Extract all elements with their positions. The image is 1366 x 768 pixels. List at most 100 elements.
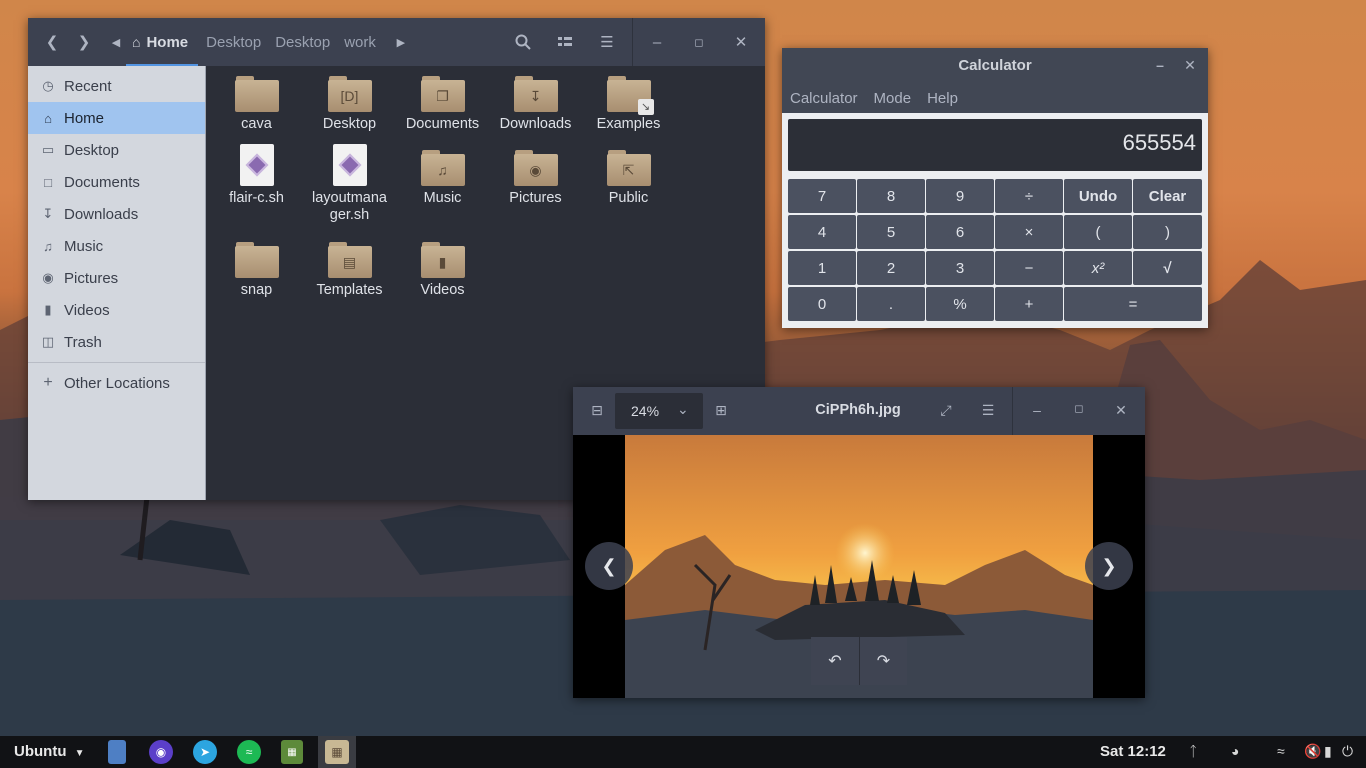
power-icon[interactable]: ⏻ (1342, 743, 1353, 760)
search-button[interactable] (507, 26, 539, 58)
fullscreen-button[interactable]: ⤢ (936, 402, 956, 419)
rotate-left-button[interactable]: ↶ (811, 637, 859, 685)
breadcrumb-home[interactable]: ⌂ Home (126, 18, 199, 66)
file-item-pictures[interactable]: ◉ Pictures (489, 140, 582, 207)
calculator-minimize-button[interactable]: – (1150, 57, 1170, 73)
file-item-documents[interactable]: ❐ Documents (396, 66, 489, 133)
file-item-snap[interactable]: snap (210, 232, 303, 299)
maximize-icon: ◻ (1074, 403, 1084, 415)
wifi-icon[interactable]: ≈ (1277, 743, 1285, 759)
file-item-public[interactable]: ⇱ Public (582, 140, 675, 207)
bluetooth-icon[interactable]: ᛏ (1189, 743, 1197, 759)
minimize-button[interactable]: – (641, 26, 673, 58)
path-scroll-left-button[interactable]: ◀ (106, 26, 126, 58)
key-undo[interactable]: Undo (1064, 179, 1132, 213)
sidebar-item-label: Home (64, 109, 105, 127)
breadcrumb-desktop[interactable]: Desktop (198, 18, 266, 66)
breadcrumb-work[interactable]: work (335, 18, 381, 66)
sidebar-item-music[interactable]: ♫ Music (28, 230, 205, 262)
battery-icon[interactable]: ▮ (1324, 743, 1332, 760)
menu-help[interactable]: Help (927, 90, 958, 107)
key-square[interactable]: x² (1064, 251, 1132, 285)
key-4[interactable]: 4 (788, 215, 856, 249)
zoom-out-button[interactable]: ⊟ (587, 402, 607, 419)
file-manager-headerbar: ❮ ❯ ◀ ⌂ Home Desktop Desktop work ▶ ☰ – … (28, 18, 765, 66)
menu-button[interactable]: ☰ (591, 26, 623, 58)
volume-muted-icon[interactable]: 🔇 (1304, 743, 1321, 760)
update-status-icon[interactable]: ◕ (1231, 743, 1239, 759)
key-3[interactable]: 3 (926, 251, 994, 285)
sidebar-item-other-locations[interactable]: + Other Locations (28, 367, 205, 399)
sidebar-item-label: Downloads (64, 205, 139, 223)
zoom-in-button[interactable]: ⊞ (711, 402, 731, 419)
view-mode-button[interactable] (549, 26, 581, 58)
sidebar-item-documents[interactable]: □ Documents (28, 166, 205, 198)
close-button[interactable]: ✕ (725, 26, 757, 58)
maximize-button[interactable]: ◻ (683, 26, 715, 58)
key-equals[interactable]: = (1064, 287, 1202, 321)
previous-image-button[interactable]: ❮ (585, 542, 633, 590)
key-9[interactable]: 9 (926, 179, 994, 213)
key-5[interactable]: 5 (857, 215, 925, 249)
image-menu-button[interactable]: ☰ (978, 402, 998, 419)
sidebar-item-videos[interactable]: ▮ Videos (28, 294, 205, 326)
file-item-cava[interactable]: cava (210, 66, 303, 133)
menu-mode[interactable]: Mode (874, 90, 912, 107)
sidebar-item-pictures[interactable]: ◉ Pictures (28, 262, 205, 294)
key-percent[interactable]: % (926, 287, 994, 321)
calculator-close-button[interactable]: ✕ (1180, 57, 1200, 74)
file-item-layoutmanager-sh[interactable]: layoutmana ger.sh (303, 140, 396, 224)
sidebar-item-desktop[interactable]: ▭ Desktop (28, 134, 205, 166)
zoom-level-dropdown[interactable]: 24% ⌄ (615, 393, 703, 429)
key-multiply[interactable]: × (995, 215, 1063, 249)
file-label: Examples (596, 116, 661, 132)
key-subtract[interactable]: − (995, 251, 1063, 285)
file-label: Videos (420, 282, 465, 298)
spotify-app-icon[interactable]: ≈ (237, 740, 261, 764)
key-6[interactable]: 6 (926, 215, 994, 249)
key-decimal[interactable]: . (857, 287, 925, 321)
file-item-downloads[interactable]: ↧ Downloads (489, 66, 582, 133)
image-viewer-headerbar: ⊟ 24% ⌄ ⊞ CiPPh6h.jpg ⤢ ☰ – ◻ ✕ (573, 387, 1145, 435)
viewer-maximize-button[interactable]: ◻ (1069, 402, 1089, 415)
key-8[interactable]: 8 (857, 179, 925, 213)
menu-calculator[interactable]: Calculator (790, 90, 858, 107)
key-1[interactable]: 1 (788, 251, 856, 285)
key-sqrt[interactable]: √ (1133, 251, 1202, 285)
key-close-paren[interactable]: ) (1133, 215, 1202, 249)
calculator-display[interactable]: 655554 (788, 119, 1202, 171)
ubuntu-menu-button[interactable]: Ubuntu ▼ (14, 743, 85, 760)
file-item-flair-c-sh[interactable]: flair-c.sh (210, 140, 303, 207)
sidebar-item-home[interactable]: ⌂ Home (28, 102, 205, 134)
file-item-music[interactable]: ♫ Music (396, 140, 489, 207)
key-2[interactable]: 2 (857, 251, 925, 285)
file-item-examples[interactable]: ↘ Examples (582, 66, 675, 133)
file-item-templates[interactable]: ▤ Templates (303, 232, 396, 299)
sidebar-item-label: Documents (64, 173, 140, 191)
key-divide[interactable]: ÷ (995, 179, 1063, 213)
sidebar-item-recent[interactable]: ◷ Recent (28, 70, 205, 102)
clock[interactable]: Sat 12:12 (1100, 743, 1166, 760)
calculator-app-icon[interactable]: ▦ (281, 740, 303, 764)
key-7[interactable]: 7 (788, 179, 856, 213)
file-item-videos[interactable]: ▮ Videos (396, 232, 489, 299)
breadcrumb-desktop-2[interactable]: Desktop (266, 18, 335, 66)
key-add[interactable]: + (995, 287, 1063, 321)
sidebar-item-trash[interactable]: ◫ Trash (28, 326, 205, 358)
firefox-app-icon[interactable]: ◉ (149, 740, 173, 764)
key-open-paren[interactable]: ( (1064, 215, 1132, 249)
forward-button[interactable]: ❯ (68, 26, 100, 58)
viewer-minimize-button[interactable]: – (1027, 402, 1047, 418)
next-image-button[interactable]: ❯ (1085, 542, 1133, 590)
files-app-icon[interactable] (108, 740, 126, 764)
image-viewer-taskbar-item[interactable]: ▦ (318, 736, 356, 768)
back-button[interactable]: ❮ (36, 26, 68, 58)
key-clear[interactable]: Clear (1133, 179, 1202, 213)
telegram-app-icon[interactable]: ➤ (193, 740, 217, 764)
key-0[interactable]: 0 (788, 287, 856, 321)
viewer-close-button[interactable]: ✕ (1111, 402, 1131, 419)
path-scroll-right-button[interactable]: ▶ (391, 26, 411, 58)
rotate-right-button[interactable]: ↷ (859, 637, 907, 685)
file-item-desktop[interactable]: [D] Desktop (303, 66, 396, 133)
sidebar-item-downloads[interactable]: ↧ Downloads (28, 198, 205, 230)
